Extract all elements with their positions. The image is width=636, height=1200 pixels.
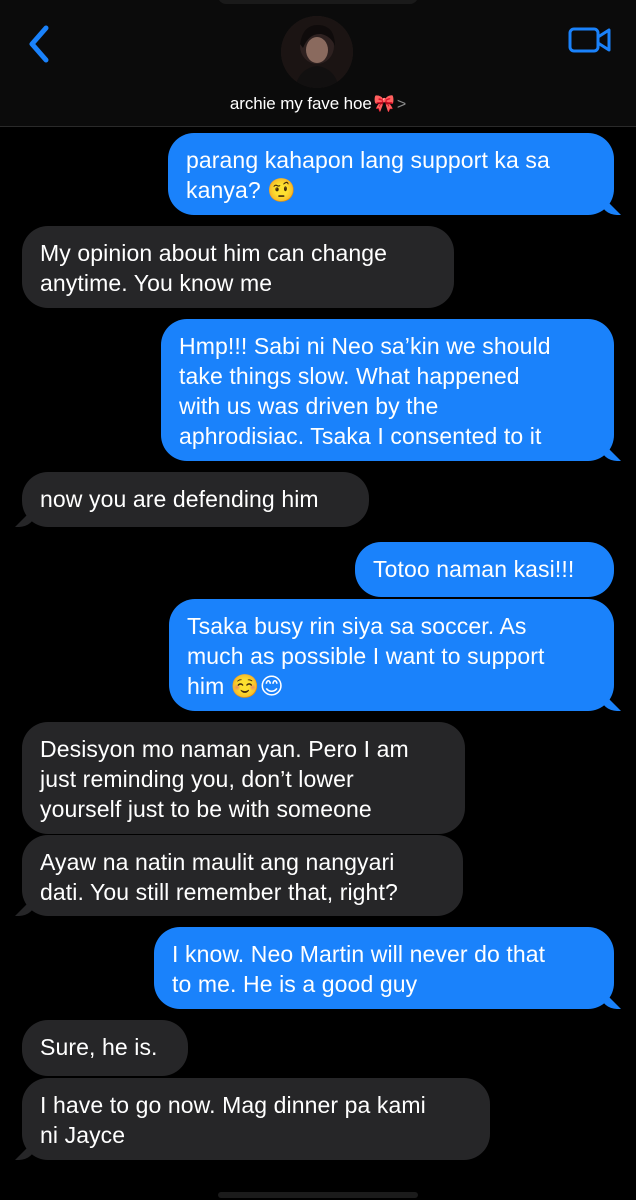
message-bubble-sent[interactable]: Totoo naman kasi!!! bbox=[355, 542, 614, 597]
message-bubble-received[interactable]: I have to go now. Mag dinner pa kami ni … bbox=[22, 1078, 490, 1160]
message-bubble-received[interactable]: Sure, he is. bbox=[22, 1020, 188, 1076]
message-bubble-received[interactable]: My opinion about him can change anytime.… bbox=[22, 226, 454, 308]
message-bubble-sent[interactable]: Hmp!!! Sabi ni Neo sa’kin we should take… bbox=[161, 319, 614, 461]
back-button[interactable] bbox=[22, 22, 62, 66]
status-notch bbox=[218, 0, 418, 4]
message-bubble-received[interactable]: now you are defending him bbox=[22, 472, 369, 527]
ribbon-emoji: 🎀 bbox=[373, 94, 395, 113]
chevron-right-icon: > bbox=[396, 96, 407, 113]
conversation-header: archie my fave hoe 🎀 > bbox=[0, 0, 636, 127]
contact-avatar[interactable] bbox=[281, 16, 353, 88]
avatar-photo bbox=[281, 16, 353, 88]
video-call-button[interactable] bbox=[567, 24, 613, 56]
home-indicator bbox=[218, 1192, 418, 1198]
contact-name-button[interactable]: archie my fave hoe 🎀 > bbox=[0, 94, 636, 114]
message-bubble-sent[interactable]: I know. Neo Martin will never do that to… bbox=[154, 927, 614, 1009]
chevron-left-icon bbox=[29, 25, 49, 63]
message-bubble-received[interactable]: Desisyon mo naman yan. Pero I am just re… bbox=[22, 722, 465, 834]
video-camera-icon bbox=[568, 27, 611, 53]
contact-name: archie my fave hoe bbox=[229, 94, 372, 113]
message-bubble-received[interactable]: Ayaw na natin maulit ang nangyari dati. … bbox=[22, 835, 463, 916]
message-bubble-sent[interactable]: Tsaka busy rin siya sa soccer. As much a… bbox=[169, 599, 614, 711]
message-bubble-sent[interactable]: parang kahapon lang support ka sa kanya?… bbox=[168, 133, 614, 215]
